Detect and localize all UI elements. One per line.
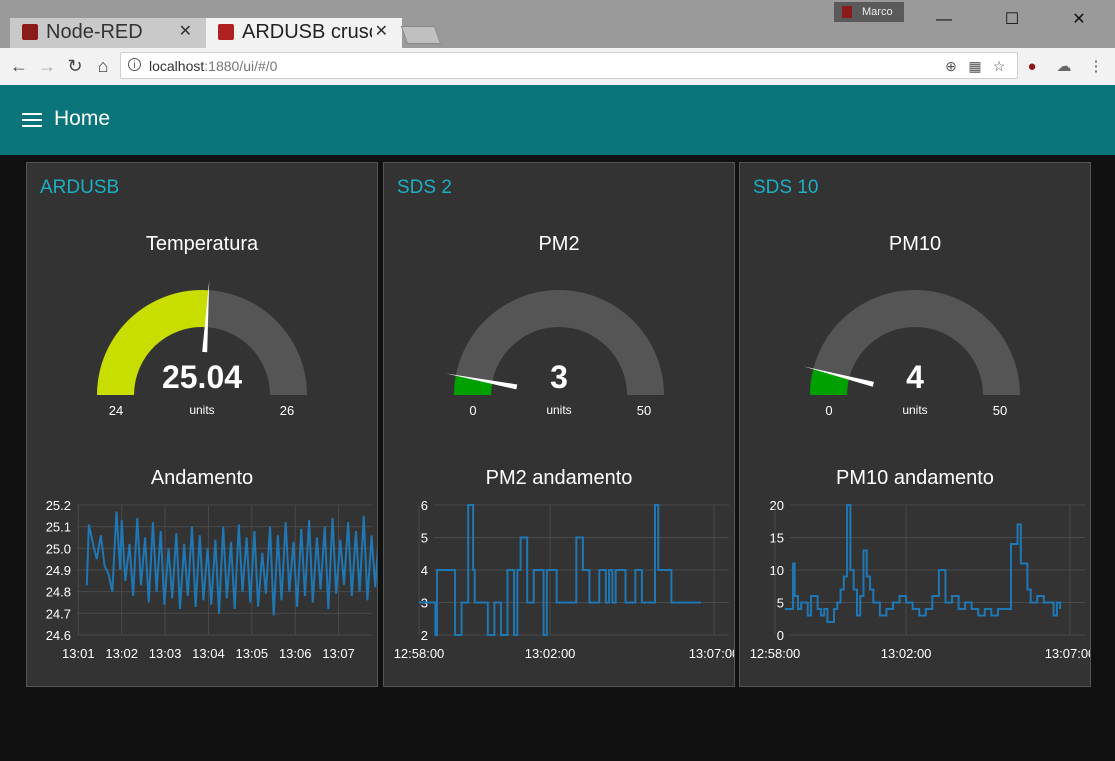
- bookmark-star-icon[interactable]: ☆: [991, 58, 1007, 74]
- x-tick-label: 13:03: [149, 646, 182, 661]
- group-title: SDS 2: [397, 177, 452, 198]
- back-icon[interactable]: ←: [8, 55, 30, 77]
- close-window-button[interactable]: ✕: [1056, 6, 1102, 34]
- x-tick-label: 12:58:00: [394, 646, 445, 661]
- y-tick-label: 20: [770, 498, 784, 513]
- browser-titlebar: Node-RED ✕ ARDUSB crusc ✕ Marco — ☐ ✕: [0, 0, 1115, 48]
- gauge-value: 3: [550, 359, 568, 395]
- y-tick-label: 5: [777, 596, 784, 611]
- profile-icon: [842, 6, 852, 18]
- cloud-download-icon[interactable]: ☁: [1054, 57, 1074, 77]
- chart-title: PM2 andamento: [485, 467, 633, 489]
- y-tick-label: 10: [770, 563, 784, 578]
- info-icon[interactable]: i: [128, 58, 141, 71]
- y-tick-label: 24.7: [46, 606, 71, 621]
- x-tick-label: 12:58:00: [750, 646, 801, 661]
- extension-icon[interactable]: ●: [1022, 57, 1042, 77]
- x-tick-label: 13:01: [62, 646, 95, 661]
- node-red-icon: [218, 24, 234, 40]
- gauge-value: 25.04: [161, 359, 243, 395]
- gauge: [446, 290, 664, 395]
- tab-ardusb[interactable]: ARDUSB crusc ✕: [206, 18, 402, 48]
- y-tick-label: 6: [421, 498, 428, 513]
- gauge: [97, 280, 307, 395]
- gauge-min: 0: [825, 403, 833, 418]
- tab-close-icon[interactable]: ✕: [375, 21, 388, 41]
- tab-label: ARDUSB crusc: [242, 21, 372, 43]
- gauge-max: 50: [636, 403, 652, 418]
- x-tick-label: 13:06: [279, 646, 312, 661]
- zoom-icon[interactable]: ⊕: [943, 58, 959, 74]
- translate-icon[interactable]: ▦: [967, 58, 983, 74]
- x-tick-label: 13:07:00: [1045, 646, 1090, 661]
- page-title: Home: [54, 107, 111, 130]
- minimize-button[interactable]: —: [921, 6, 967, 34]
- tab-label: Node-RED: [46, 21, 143, 43]
- line-chart: 25.2 25.1 25.0 24.9 24.8 24.7 24.6 13:01 13:02 13…: [46, 498, 377, 661]
- home-icon[interactable]: ⌂: [92, 55, 114, 77]
- tab-close-icon[interactable]: ✕: [179, 21, 192, 41]
- hamburger-menu-icon[interactable]: [22, 113, 42, 127]
- group-card: SDS 2 PM2 3 units 0 50 PM2 andamento 6 5 4…: [383, 162, 735, 687]
- y-tick-label: 24.9: [46, 563, 71, 578]
- gauge-units: units: [902, 403, 928, 417]
- chart-title: Andamento: [150, 467, 254, 489]
- x-tick-label: 13:04: [192, 646, 225, 661]
- gauge-units: units: [189, 403, 215, 417]
- tab-node-red[interactable]: Node-RED ✕: [10, 18, 206, 48]
- gauge-title: PM2: [538, 233, 580, 255]
- menu-dots-icon[interactable]: ⋮: [1086, 57, 1106, 77]
- y-tick-label: 15: [770, 531, 784, 546]
- new-tab-button[interactable]: [400, 26, 442, 44]
- line-chart: 6543212:58:0013:02:0013:07:00: [394, 498, 734, 661]
- gauge-title: PM10: [888, 233, 942, 255]
- line-chart: 20 15 10 5 0 12:58:00 13:02:00 13:07:00: [750, 498, 1090, 661]
- gauge-min: 24: [108, 403, 124, 418]
- y-tick-label: 4: [421, 563, 428, 578]
- x-tick-label: 13:07: [322, 646, 355, 661]
- group-card: ARDUSB Temperatura 25.04 units 24 26 And…: [26, 162, 378, 687]
- reload-icon[interactable]: ↻: [64, 55, 86, 77]
- gauge-value: 4: [906, 359, 924, 395]
- y-tick-label: 25.1: [46, 520, 71, 535]
- y-tick-label: 25.0: [46, 541, 71, 556]
- series-line: [784, 504, 1062, 623]
- chart-title: PM10 andamento: [836, 467, 994, 489]
- maximize-button[interactable]: ☐: [989, 6, 1035, 34]
- y-tick-label: 24.8: [46, 585, 71, 600]
- y-tick-label: 25.2: [46, 498, 71, 513]
- gauge-title: Temperatura: [145, 233, 259, 255]
- gauge-max: 26: [279, 403, 295, 418]
- group-title: SDS 10: [753, 177, 819, 198]
- gauge: [803, 290, 1020, 395]
- node-red-icon: [22, 24, 38, 40]
- forward-icon[interactable]: →: [36, 55, 58, 77]
- group-card: SDS 10 PM10 4 units 0 50 PM10 andamento …: [739, 162, 1091, 687]
- dashboard-header: Home: [0, 85, 1115, 155]
- y-tick-label: 0: [777, 628, 784, 643]
- group-title: ARDUSB: [40, 177, 120, 198]
- gauge-max: 50: [992, 403, 1008, 418]
- address-bar[interactable]: i localhost:1880/ui/#/0 ⊕ ▦ ☆: [120, 52, 1018, 79]
- y-tick-label: 5: [421, 531, 428, 546]
- x-tick-label: 13:07:00: [689, 646, 734, 661]
- x-tick-label: 13:02:00: [881, 646, 932, 661]
- profile-button[interactable]: Marco: [834, 2, 904, 22]
- url-text: localhost:1880/ui/#/0: [149, 58, 278, 74]
- browser-toolbar: ← → ↻ ⌂ i localhost:1880/ui/#/0 ⊕ ▦ ☆ ● …: [0, 48, 1115, 86]
- y-tick-label: 24.6: [46, 628, 71, 643]
- x-tick-label: 13:02:00: [525, 646, 576, 661]
- x-tick-label: 13:05: [236, 646, 269, 661]
- x-tick-label: 13:02: [105, 646, 138, 661]
- gauge-min: 0: [469, 403, 477, 418]
- profile-name: Marco: [862, 6, 893, 18]
- y-tick-label: 2: [421, 628, 428, 643]
- gauge-units: units: [546, 403, 572, 417]
